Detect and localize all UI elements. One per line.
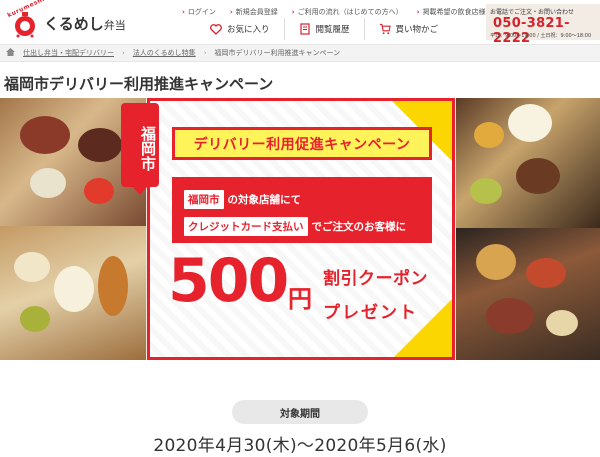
register-link[interactable]: 新規会員登録 [230, 7, 278, 17]
site-header: kurumeshi くるめし弁当 ログイン 新規会員登録 ご利用の流れ（はじめて… [0, 0, 600, 46]
period-dates: 2020年4月30(木)～2020年5月6(水) [153, 436, 447, 456]
history-button[interactable]: 閲覧履歴 [283, 18, 364, 40]
coupon-discount-label: 割引クーポン [323, 269, 428, 289]
condition-chip-city: 福岡市 [184, 190, 224, 209]
login-link[interactable]: ログイン [182, 7, 216, 17]
breadcrumb-item-catering[interactable]: 仕出し弁当・宅配デリバリー [23, 48, 114, 58]
condition-chip-card: クレジットカード支払い [184, 217, 308, 236]
phone-number[interactable]: 050-3821-2222 [493, 16, 600, 46]
condition-text-2: でご注文のお客様に [311, 221, 407, 233]
logo-sub: 弁当 [103, 19, 126, 32]
page-title: 福岡市デリバリー利用推進キャンペーン [4, 75, 274, 93]
history-icon [299, 23, 311, 35]
phone-hours: 平日：9:00〜19:00 / 土日祝：9:00〜18:00 [490, 33, 592, 39]
favorites-button[interactable]: お気に入り [200, 18, 284, 40]
bento-photo-hamburg [456, 98, 600, 228]
breadcrumb-item-current: 福岡市デリバリー利用推進キャンペーン [214, 49, 341, 57]
cart-label: 買い物かご [395, 25, 439, 35]
bento-photo-onigiri [0, 226, 146, 360]
city-tag: 福岡市 [121, 103, 159, 195]
coupon-currency: 円 [288, 285, 312, 313]
bento-photo-premium [456, 228, 600, 360]
coupon-present-label: プレゼント [323, 303, 418, 323]
header-icon-buttons: お気に入り 閲覧履歴 買い物かご [200, 18, 452, 40]
usage-flow-link[interactable]: ご利用の流れ（はじめての方へ） [292, 7, 403, 17]
site-logo[interactable]: kurumeshi くるめし弁当 [6, 0, 146, 40]
logo-wordmark: くるめし弁当 [44, 13, 126, 34]
campaign-title: デリバリー利用促進キャンペーン [172, 127, 432, 160]
restaurant-link[interactable]: 掲載希望の飲食店様へ [417, 7, 493, 17]
breadcrumb-separator: › [122, 49, 125, 57]
breadcrumb-separator: › [203, 49, 207, 57]
coupon-amount: 500 [168, 246, 289, 316]
breadcrumb-item-corporate[interactable]: 法人のくるめし特集 [133, 48, 196, 58]
logo-name: くるめし [44, 15, 104, 33]
period-label: 対象期間 [232, 400, 368, 424]
cart-icon [379, 23, 391, 35]
phone-note: お電話でご注文・お問い合わせ [490, 9, 575, 16]
campaign-conditions: 福岡市 の対象店舗にて クレジットカード支払い でご注文のお客様に [172, 177, 432, 243]
heart-icon [210, 23, 222, 35]
history-label: 閲覧履歴 [315, 25, 350, 35]
condition-text-1: の対象店舗にて [227, 194, 302, 206]
home-icon[interactable] [6, 48, 15, 58]
cart-button[interactable]: 買い物かご [363, 18, 453, 40]
condition-line-1: 福岡市 の対象店舗にて [184, 190, 301, 209]
condition-line-2: クレジットカード支払い でご注文のお客様に [184, 217, 406, 236]
top-links: ログイン 新規会員登録 ご利用の流れ（はじめての方へ） 掲載希望の飲食店様へ [182, 7, 493, 17]
breadcrumb: 仕出し弁当・宅配デリバリー › 法人のくるめし特集 › 福岡市デリバリー利用推進… [0, 44, 600, 62]
phone-box: お電話でご注文・お問い合わせ 050-3821-2222 平日：9:00〜19:… [486, 4, 600, 46]
favorites-label: お気に入り [227, 25, 270, 35]
